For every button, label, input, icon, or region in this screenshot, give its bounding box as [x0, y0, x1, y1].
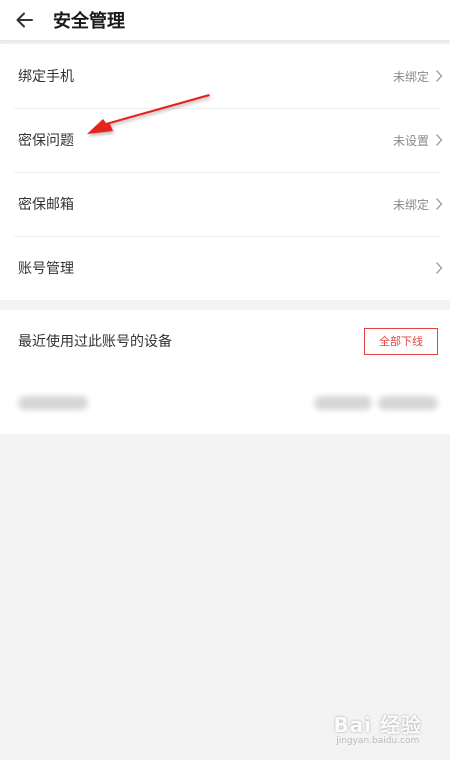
settings-item-account-management[interactable]: 账号管理: [0, 236, 450, 300]
blurred-device-info: [314, 396, 372, 410]
blurred-device-name: [18, 396, 88, 410]
recent-devices-section: 最近使用过此账号的设备 全部下线: [0, 310, 450, 434]
logout-all-button[interactable]: 全部下线: [364, 327, 438, 355]
settings-item-label: 账号管理: [18, 261, 74, 277]
chevron-right-icon: [432, 258, 446, 278]
device-row-blurred: [0, 372, 450, 434]
settings-item-label: 密保问题: [18, 133, 74, 149]
settings-item-label: 绑定手机: [18, 69, 74, 85]
settings-item-security-email[interactable]: 密保邮箱 未绑定: [0, 172, 450, 236]
chevron-right-icon: [432, 194, 446, 214]
baidu-jingyan-watermark: Bai 经验 jingyan.baidu.com: [333, 709, 422, 746]
recent-devices-header: 最近使用过此账号的设备 全部下线: [0, 310, 450, 372]
page-title: 安全管理: [53, 11, 125, 32]
settings-item-status: 未绑定: [392, 197, 429, 212]
watermark-logo: Bai 经验: [333, 713, 422, 737]
settings-item-label: 密保邮箱: [18, 197, 74, 213]
back-button[interactable]: [0, 0, 50, 40]
watermark-url: jingyan.baidu.com: [336, 736, 420, 746]
chevron-right-icon: [432, 66, 446, 86]
top-bar: 安全管理: [0, 0, 450, 40]
settings-item-status: 未设置: [392, 133, 429, 148]
security-settings-list: 绑定手机 未绑定 密保问题 未设置 密保邮箱 未绑定 账号管理: [0, 44, 450, 300]
recent-devices-title: 最近使用过此账号的设备: [18, 334, 172, 350]
chevron-right-icon: [432, 130, 446, 150]
settings-item-status: 未绑定: [392, 69, 429, 84]
settings-item-security-question[interactable]: 密保问题 未设置: [0, 108, 450, 172]
blurred-device-time: [378, 396, 438, 410]
back-arrow-icon: [16, 12, 33, 28]
settings-item-bind-phone[interactable]: 绑定手机 未绑定: [0, 44, 450, 108]
